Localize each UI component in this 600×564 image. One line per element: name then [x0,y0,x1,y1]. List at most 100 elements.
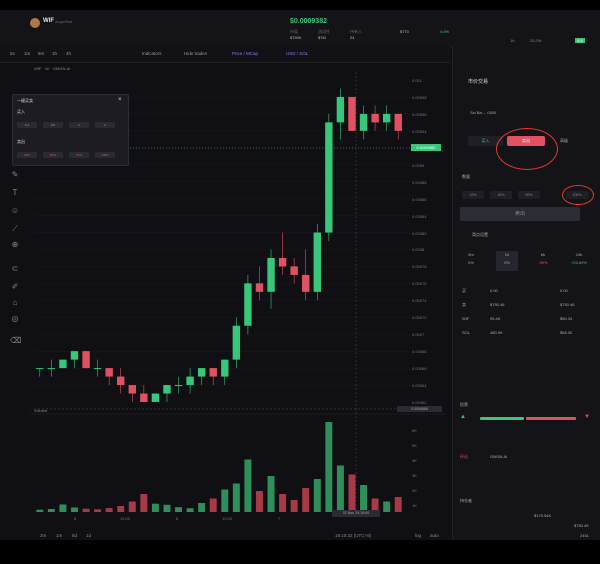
popup-buy-label: 买入 [17,109,25,114]
volume-bar [198,503,206,512]
crosshair-price-tag: 0.0004566 [397,406,442,412]
y-tick-label: 0.00064 [412,383,427,389]
volume-bar [186,508,194,512]
volume-tick-label: 6K [412,428,417,433]
volume-bar [360,485,367,512]
y-tick-label: 0.00096 [412,111,427,117]
time-display: 19:10:32 (UTC+8) [335,533,372,538]
stats-row-cell: WIF [462,316,470,321]
candle-body [255,283,264,292]
advanced-tab[interactable]: 高级 [560,138,568,144]
y-tick-label: 0.00062 [412,400,427,405]
wallet-selector[interactable]: Sol Ba..., 0000 [470,110,496,115]
popup-sell-amount[interactable]: 100% [95,152,115,158]
volume-bar [221,489,229,512]
volume-bar [256,491,263,512]
tf-5m[interactable]: 5m 0% [460,251,482,271]
x-tick-4: 7 [278,516,281,521]
volume-bar [82,508,90,512]
stats-row-cell: 卖 [462,302,466,307]
candle-body [382,113,391,123]
candle-body [371,113,379,123]
stats-row-cell: $750.46 [490,302,505,307]
stats-row-cell: 0.00 [490,288,498,293]
volume-bar [71,507,78,512]
amount-option[interactable]: 10% [462,191,484,199]
volume-bar [151,503,159,512]
y-tick-label: 0.0007 [412,332,425,338]
range-1d[interactable]: 1d [86,533,91,538]
tf-24h[interactable]: 24h +25.69% [568,251,590,271]
candle-body [105,368,113,377]
popup-buy-amount[interactable]: 0.5 [43,122,63,128]
stats-row-cell: 0.00 [560,288,568,293]
range-5d[interactable]: 5d [72,533,77,538]
amount-option[interactable]: 25% [490,191,512,199]
log-toggle[interactable]: log [415,533,421,538]
range-1m[interactable]: 1m [56,533,62,538]
chart-bottom-bar: 3m 1m 5d 1d 19:10:32 (UTC+8) log auto [30,533,450,540]
y-tick-label: 0.00076 [412,281,427,287]
volume-bar [383,501,391,512]
holder-value-2: $750.46 [574,523,589,528]
y-tick-label: 0.00098 [412,94,427,100]
y-tick-label: 0.00088 [412,179,427,185]
candle-body [82,351,90,369]
popup-sell-amount[interactable]: 75% [69,152,89,158]
volume-tick-label: 5K [412,443,417,448]
stats-row-cell: 480.9K [490,330,503,335]
popup-sell-amount[interactable]: 50% [43,152,63,158]
volume-bar [47,509,55,512]
x-tick-1: 12:00 [120,516,131,521]
candle-body [221,359,229,377]
comments-label: 评论 [460,454,468,459]
candle-body [336,96,345,123]
range-3m[interactable]: 3m [40,533,46,538]
amount-option[interactable]: 50% [518,191,540,199]
popup-sell-amount[interactable]: 25% [17,152,37,158]
sentiment-bear-bar [526,417,576,420]
volume-bar [140,494,148,512]
candle-body [174,385,183,387]
tf-6h[interactable]: 6h -99% [532,251,554,271]
crosshair-date-tag: 07 Nov '24 19:00 [332,510,380,517]
y-tick-label: 0.0009 [412,162,425,168]
candle-body [93,368,102,370]
stats-row-cell: SOL [462,330,471,335]
candle-body [47,368,56,370]
y-tick-label: 0.001 [412,78,423,83]
tf-1h[interactable]: 1h 0% [496,251,518,271]
candle-body [290,266,298,275]
volume-bar [128,501,136,512]
slippage-setting[interactable]: 滑点设置 [472,232,488,238]
candle-body [209,368,217,377]
x-tick-3: 12:00 [222,516,233,521]
y-tick-label: 0.00094 [412,128,427,134]
volume-bar [313,479,321,512]
candle-body [232,325,241,360]
popup-sell-label: 卖出 [17,139,25,144]
volume-tick-label: 4K [412,458,417,463]
trade-panel-title: 市价交易 [468,79,489,85]
volume-bar [59,504,67,512]
volume-bar [348,474,356,512]
auto-toggle[interactable]: auto [430,533,439,538]
popup-buy-amount[interactable]: 1 [69,122,89,128]
sentiment-bull-bar [480,417,524,420]
y-tick-label: 0.00074 [412,298,427,304]
volume-tick-label: 1K [412,503,417,508]
y-tick-label: 0.00068 [412,349,427,355]
sell-submit-button[interactable]: 卖出 [460,207,580,221]
about-label: GMGN.AI [490,454,508,459]
highlight-circle-sell [496,128,558,170]
popup-buy-amount[interactable]: 2 [95,122,115,128]
thumbs-up-icon[interactable]: ▲ [460,414,466,420]
volume-bar [267,476,275,512]
candle-body [278,257,287,267]
popup-close-icon[interactable]: × [118,97,122,103]
volume-bar [163,504,171,512]
thumbs-down-icon[interactable]: ▼ [584,414,590,420]
sentiment-label: 投票 [460,402,468,407]
candle-body [186,376,194,386]
popup-buy-amount[interactable]: 0.1 [17,122,37,128]
